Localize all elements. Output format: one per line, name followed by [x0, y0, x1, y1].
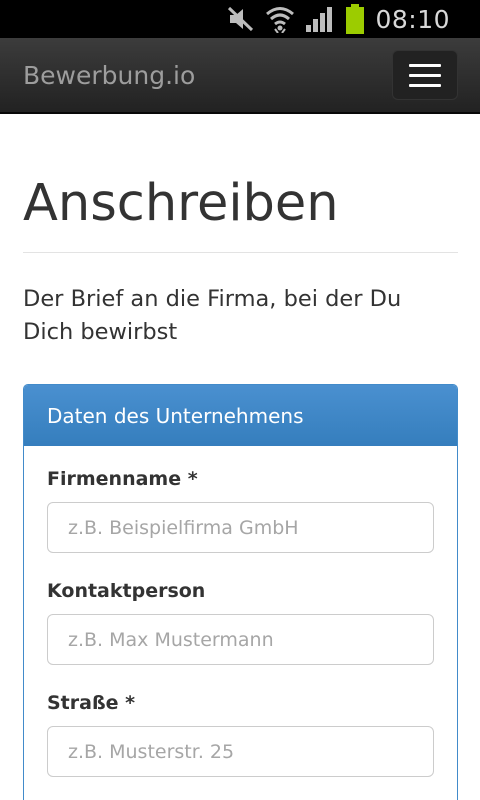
battery-icon — [345, 4, 365, 34]
status-bar: 08:10 — [0, 0, 480, 38]
navbar-brand[interactable]: Bewerbung.io — [23, 61, 195, 90]
street-label: Straße * — [47, 692, 136, 714]
navbar: Bewerbung.io — [0, 38, 480, 114]
form-group-street: Straße * — [47, 692, 434, 777]
page-title: Anschreiben — [23, 174, 339, 233]
status-time: 08:10 — [375, 4, 450, 34]
navbar-toggle-button[interactable] — [392, 50, 458, 100]
signal-icon — [305, 4, 335, 34]
hamburger-menu-icon — [409, 63, 441, 67]
company-data-panel: Daten des Unternehmens Firmenname * Kont… — [23, 384, 458, 800]
mute-icon — [227, 4, 255, 34]
wifi-icon — [265, 4, 295, 34]
contact-person-input[interactable] — [47, 614, 434, 665]
company-name-label: Firmenname * — [47, 468, 198, 490]
contact-person-label: Kontaktperson — [47, 580, 206, 602]
title-divider — [23, 252, 458, 253]
panel-body: Firmenname * Kontaktperson Straße * — [24, 446, 457, 777]
page-lead: Der Brief an die Firma, bei der Du Dich … — [23, 286, 402, 345]
hamburger-menu-icon — [409, 73, 441, 77]
panel-heading: Daten des Unternehmens — [24, 385, 457, 446]
main-content: Anschreiben Der Brief an die Firma, bei … — [23, 114, 458, 800]
street-input[interactable] — [47, 726, 434, 777]
company-name-input[interactable] — [47, 502, 434, 553]
hamburger-menu-icon — [409, 83, 441, 87]
form-group-company-name: Firmenname * — [47, 468, 434, 553]
form-group-contact-person: Kontaktperson — [47, 580, 434, 665]
